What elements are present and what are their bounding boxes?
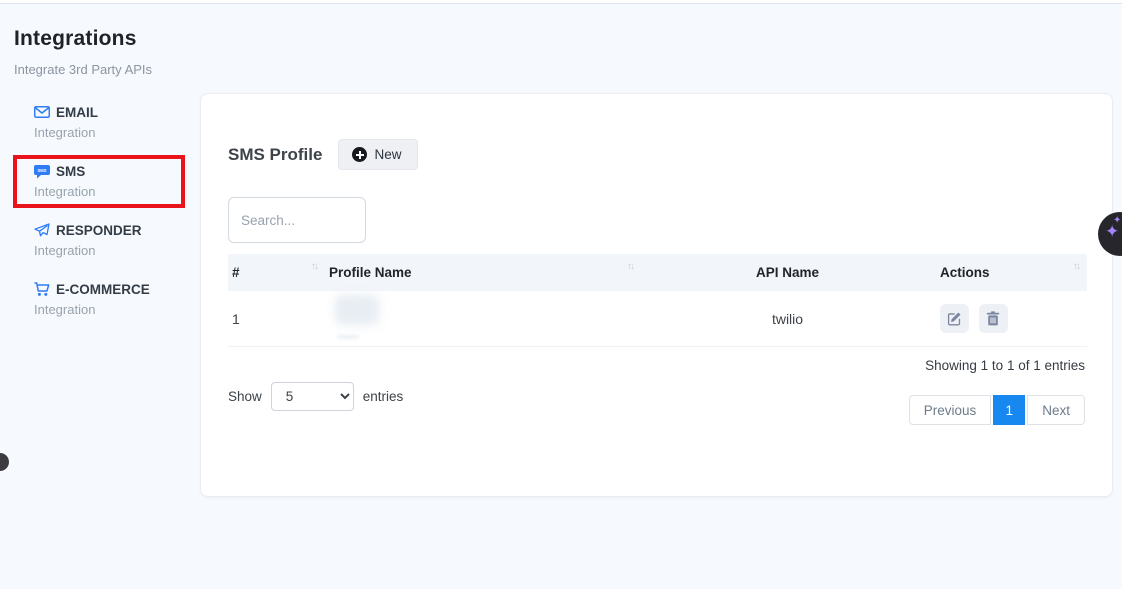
- column-header-actions[interactable]: Actions ↑↓: [936, 254, 1087, 291]
- trash-icon: [986, 311, 1000, 326]
- sidebar-item-label: E-COMMERCE: [56, 282, 150, 297]
- pagination: Previous 1 Next: [909, 395, 1085, 425]
- sms-profile-panel: SMS Profile New # ↑↓ Profile Name ↑↓ API…: [200, 93, 1113, 497]
- column-header-api-name[interactable]: API Name: [641, 254, 936, 291]
- entries-summary: Showing 1 to 1 of 1 entries: [925, 358, 1085, 373]
- sidebar-item-sublabel: Integration: [34, 184, 194, 199]
- sort-icon: ↑↓: [1073, 261, 1079, 272]
- sidebar-item-label: SMS: [56, 164, 85, 179]
- cell-index: 1: [228, 291, 325, 347]
- table-row: 1 twilio: [228, 291, 1087, 347]
- redacted-profile-name-smudge: [337, 335, 359, 339]
- entries-label: entries: [363, 389, 404, 404]
- plus-circle-icon: [352, 147, 367, 162]
- top-edge-strip: [0, 0, 1122, 4]
- panel-header: SMS Profile New: [228, 139, 1085, 170]
- column-header-profile-name[interactable]: Profile Name ↑↓: [325, 254, 641, 291]
- page-subtitle: Integrate 3rd Party APIs: [14, 62, 152, 77]
- cell-api-name: twilio: [641, 291, 936, 347]
- sms-icon: SMS: [34, 163, 50, 179]
- new-button-label: New: [374, 147, 401, 162]
- cart-icon: [34, 281, 50, 297]
- sidebar-item-email[interactable]: EMAIL Integration: [34, 104, 194, 140]
- column-header-index[interactable]: # ↑↓: [228, 254, 325, 291]
- responder-icon: [34, 222, 50, 238]
- delete-button[interactable]: [979, 304, 1008, 333]
- email-icon: [34, 104, 50, 120]
- table-footer: Show 5 entries Showing 1 to 1 of 1 entri…: [228, 356, 1085, 425]
- previous-page-button[interactable]: Previous: [909, 395, 992, 425]
- sidebar-item-label: RESPONDER: [56, 223, 142, 238]
- edit-icon: [947, 311, 962, 326]
- edit-button[interactable]: [940, 304, 969, 333]
- svg-text:SMS: SMS: [37, 168, 46, 173]
- page-number-button[interactable]: 1: [993, 395, 1025, 425]
- next-page-button[interactable]: Next: [1027, 395, 1085, 425]
- sparkle-icon: ✦: [1113, 215, 1121, 226]
- sidebar-item-sublabel: Integration: [34, 125, 194, 140]
- page-length-control: Show 5 entries: [228, 367, 403, 425]
- show-label: Show: [228, 389, 262, 404]
- sidebar-item-sublabel: Integration: [34, 302, 194, 317]
- left-edge-handle[interactable]: [0, 453, 9, 471]
- sidebar-item-label: EMAIL: [56, 105, 98, 120]
- integrations-sidebar: EMAIL Integration SMS SMS Integration RE…: [34, 104, 194, 340]
- sidebar-item-sms[interactable]: SMS SMS Integration: [34, 163, 194, 199]
- search-input[interactable]: [228, 197, 366, 243]
- cell-actions: [936, 291, 1087, 347]
- panel-title: SMS Profile: [228, 145, 322, 165]
- sidebar-item-responder[interactable]: RESPONDER Integration: [34, 222, 194, 258]
- sms-profile-table: # ↑↓ Profile Name ↑↓ API Name Actions ↑↓…: [228, 254, 1087, 347]
- sidebar-item-ecommerce[interactable]: E-COMMERCE Integration: [34, 281, 194, 317]
- table-header-row: # ↑↓ Profile Name ↑↓ API Name Actions ↑↓: [228, 254, 1087, 291]
- sort-icon: ↑↓: [627, 261, 633, 272]
- page-title: Integrations: [14, 27, 137, 51]
- new-profile-button[interactable]: New: [338, 139, 418, 170]
- cell-profile-name: [325, 291, 641, 347]
- sidebar-item-sublabel: Integration: [34, 243, 194, 258]
- page-length-select[interactable]: 5: [271, 382, 354, 411]
- sort-icon: ↑↓: [311, 261, 317, 272]
- redacted-profile-name: [335, 295, 379, 325]
